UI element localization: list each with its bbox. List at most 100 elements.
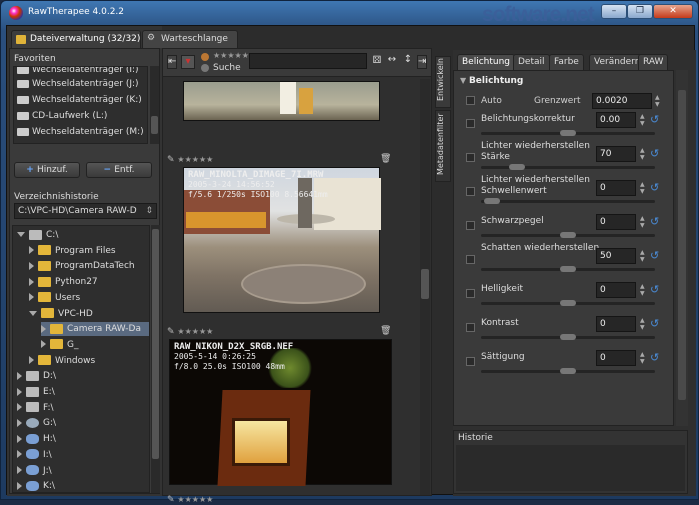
tree-scrollbar[interactable] <box>151 225 160 493</box>
reset-icon[interactable]: ↺ <box>650 113 659 126</box>
thumbnail-image[interactable]: RAW_MINOLTA_DIMAGE_7I.MRW 2005-3-24 14:5… <box>183 167 381 313</box>
thumbnail-image[interactable] <box>183 81 380 121</box>
tab-belichtung[interactable]: Belichtung <box>457 54 516 70</box>
expand-icon[interactable] <box>17 481 22 490</box>
tab-metadata-filter[interactable]: Metadatenfilter <box>435 110 451 182</box>
enable-checkbox[interactable] <box>466 153 475 162</box>
expand-icon[interactable] <box>29 356 34 365</box>
adjust-slider[interactable] <box>481 266 655 272</box>
enable-checkbox[interactable] <box>466 255 475 264</box>
tree-item[interactable]: F:\ <box>17 401 54 415</box>
reset-icon[interactable]: ↺ <box>650 181 659 194</box>
adjust-value[interactable]: 70 <box>596 146 636 162</box>
edit-icon[interactable]: ✎ <box>167 495 175 505</box>
clip-input[interactable]: 0.0020 <box>592 93 652 109</box>
adjust-value[interactable]: 0 <box>596 214 636 230</box>
adjust-slider[interactable] <box>481 232 655 238</box>
tree-item[interactable]: Program Files <box>29 244 116 258</box>
reset-icon[interactable]: ↺ <box>650 249 659 262</box>
adjust-slider[interactable] <box>481 198 655 204</box>
value-spinner[interactable]: ▲ ▼ <box>640 317 647 331</box>
value-spinner[interactable]: ▲ ▼ <box>640 249 647 263</box>
adjust-value[interactable]: 0 <box>596 350 636 366</box>
favorites-scrollbar[interactable] <box>150 66 159 144</box>
slider-handle[interactable] <box>560 130 576 136</box>
maximize-button[interactable]: ❐ <box>627 4 653 19</box>
toggle-left-panel-icon[interactable]: ⇤ <box>167 55 177 69</box>
tree-item[interactable]: K:\ <box>17 479 55 492</box>
favorite-item[interactable]: Wechseldatenträger (K:) <box>17 93 142 107</box>
tree-item[interactable]: Camera RAW-Da <box>41 322 149 337</box>
expand-icon[interactable] <box>29 261 34 270</box>
tab-file-browser[interactable]: Dateiverwaltung (32/32) <box>11 30 141 48</box>
scroll-thumb[interactable] <box>678 90 686 400</box>
expand-icon[interactable] <box>17 466 22 474</box>
value-spinner[interactable]: ▲ ▼ <box>640 215 647 229</box>
expand-icon[interactable] <box>17 450 22 459</box>
section-header[interactable]: ▼ Belichtung <box>460 76 523 86</box>
favorite-item[interactable]: Wechseldatenträger (J:) <box>17 77 139 91</box>
collapse-icon[interactable] <box>29 310 37 316</box>
browser-scrollbar[interactable] <box>420 79 430 495</box>
tree-item[interactable]: Users <box>29 291 80 305</box>
expand-icon[interactable] <box>17 371 22 380</box>
tree-item[interactable]: ProgramDataTech <box>29 259 135 273</box>
value-spinner[interactable]: ▲ ▼ <box>640 181 647 195</box>
adjust-slider[interactable] <box>481 164 655 170</box>
enable-checkbox[interactable] <box>466 323 475 332</box>
scroll-thumb[interactable] <box>421 269 429 299</box>
thumbnail-image[interactable]: RAW_NIKON_D2X_SRGB.NEF 2005-5-14 0:26:25… <box>169 339 392 486</box>
value-spinner[interactable]: ▲ ▼ <box>640 113 647 127</box>
adjust-value[interactable]: 0 <box>596 316 636 332</box>
expand-icon[interactable] <box>41 324 46 333</box>
tree-item[interactable]: J:\ <box>17 464 52 478</box>
tab-queue[interactable]: ⚙ Warteschlange <box>142 30 238 48</box>
enable-checkbox[interactable] <box>466 221 475 230</box>
value-spinner[interactable]: ▲ ▼ <box>640 147 647 161</box>
color-filter-icon[interactable]: ▾ <box>181 55 195 69</box>
adjust-slider[interactable] <box>481 130 655 136</box>
expand-icon[interactable] <box>29 277 34 286</box>
search-input[interactable] <box>249 53 367 69</box>
reset-icon[interactable]: ↺ <box>650 147 659 160</box>
folder-tree[interactable]: C:\ Program Files ProgramDataTech Python27 U… <box>12 225 150 493</box>
adjust-value[interactable]: 50 <box>596 248 636 264</box>
adjust-value[interactable]: 0 <box>596 282 636 298</box>
reset-icon[interactable]: ↺ <box>650 215 659 228</box>
tree-item[interactable]: I:\ <box>17 448 52 462</box>
tree-item[interactable]: G_ <box>41 338 78 352</box>
tree-item[interactable]: VPC-HD <box>29 307 93 321</box>
adjust-value[interactable]: 0.00 <box>596 112 636 128</box>
add-favorite-button[interactable]: + Hinzuf. <box>14 162 80 178</box>
expand-icon[interactable] <box>17 387 22 396</box>
tool-scrollbar[interactable] <box>676 70 688 426</box>
expand-icon[interactable] <box>29 293 34 302</box>
adjust-value[interactable]: 0 <box>596 180 636 196</box>
tree-item[interactable]: H:\ <box>17 432 56 446</box>
favorite-item[interactable]: Wechseldatenträger (I:) <box>17 67 139 77</box>
tab-farbe[interactable]: Farbe <box>549 54 584 70</box>
slider-handle[interactable] <box>484 198 501 204</box>
value-spinner[interactable]: ▲ ▼ <box>640 283 647 297</box>
trash-icon[interactable]: 🗑 <box>380 326 391 336</box>
tree-item[interactable]: Windows <box>29 354 95 368</box>
expand-icon[interactable] <box>41 340 46 349</box>
minimize-button[interactable]: – <box>601 4 627 19</box>
horizontal-arrows-icon[interactable]: ↔ <box>387 54 397 65</box>
close-button[interactable]: ✕ <box>653 4 693 19</box>
tree-item[interactable]: Python27 <box>29 275 98 289</box>
remove-favorite-button[interactable]: − Entf. <box>86 162 152 178</box>
favorite-item[interactable]: CD-Laufwerk (L:) <box>17 109 107 123</box>
favorite-item[interactable]: Wechseldatenträger (M:) <box>17 125 144 139</box>
tab-detail[interactable]: Detail <box>513 54 550 70</box>
favorites-list[interactable]: Wechseldatenträger (I:) Wechseldatenträg… <box>13 66 148 144</box>
slider-handle[interactable] <box>560 334 576 340</box>
tab-develop[interactable]: Entwickeln <box>435 56 451 108</box>
adjust-slider[interactable] <box>481 334 655 340</box>
expand-icon[interactable] <box>17 403 22 412</box>
unrank-filter-icon[interactable] <box>201 64 209 72</box>
edit-icon[interactable]: ✎ <box>167 327 175 337</box>
collapse-icon[interactable] <box>17 232 25 237</box>
slider-handle[interactable] <box>560 266 576 272</box>
rank-filter-icon[interactable] <box>201 53 209 61</box>
